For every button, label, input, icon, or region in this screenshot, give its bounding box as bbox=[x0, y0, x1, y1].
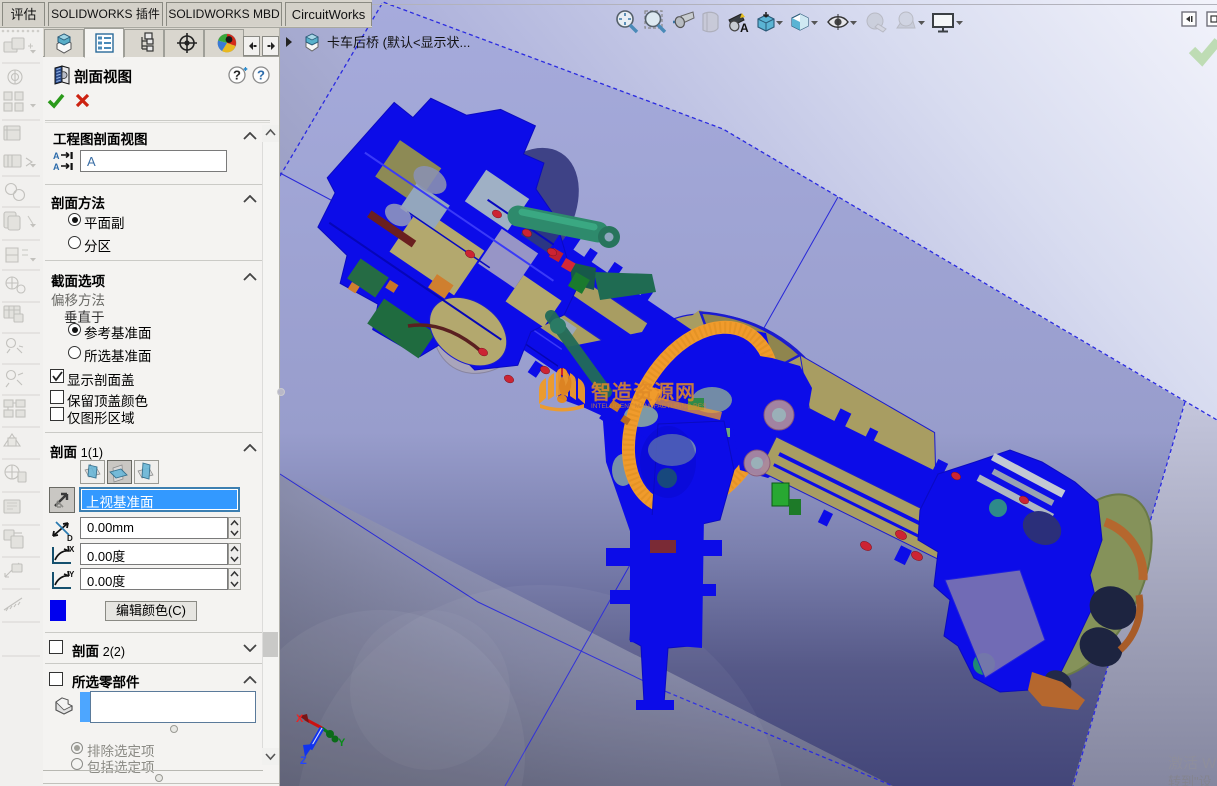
svg-text:Z: Z bbox=[300, 755, 307, 767]
svg-text:INTELLIGENT MANUFACTURING RES: INTELLIGENT MANUFACTURING RES bbox=[591, 403, 707, 410]
svg-text:转到"设: 转到"设 bbox=[1168, 774, 1212, 786]
svg-text:A: A bbox=[53, 151, 60, 161]
svg-text:智造资源网: 智造资源网 bbox=[591, 380, 696, 404]
svg-text:A: A bbox=[53, 162, 60, 171]
svg-text:?: ? bbox=[257, 68, 265, 83]
svg-text:D: D bbox=[67, 534, 73, 542]
svg-text:?: ? bbox=[233, 68, 241, 83]
svg-text:激活 W: 激活 W bbox=[1168, 755, 1217, 772]
svg-text:Y: Y bbox=[338, 737, 346, 749]
svg-text:X: X bbox=[296, 713, 304, 725]
svg-text:Y: Y bbox=[69, 570, 75, 579]
svg-text:X: X bbox=[69, 545, 75, 554]
